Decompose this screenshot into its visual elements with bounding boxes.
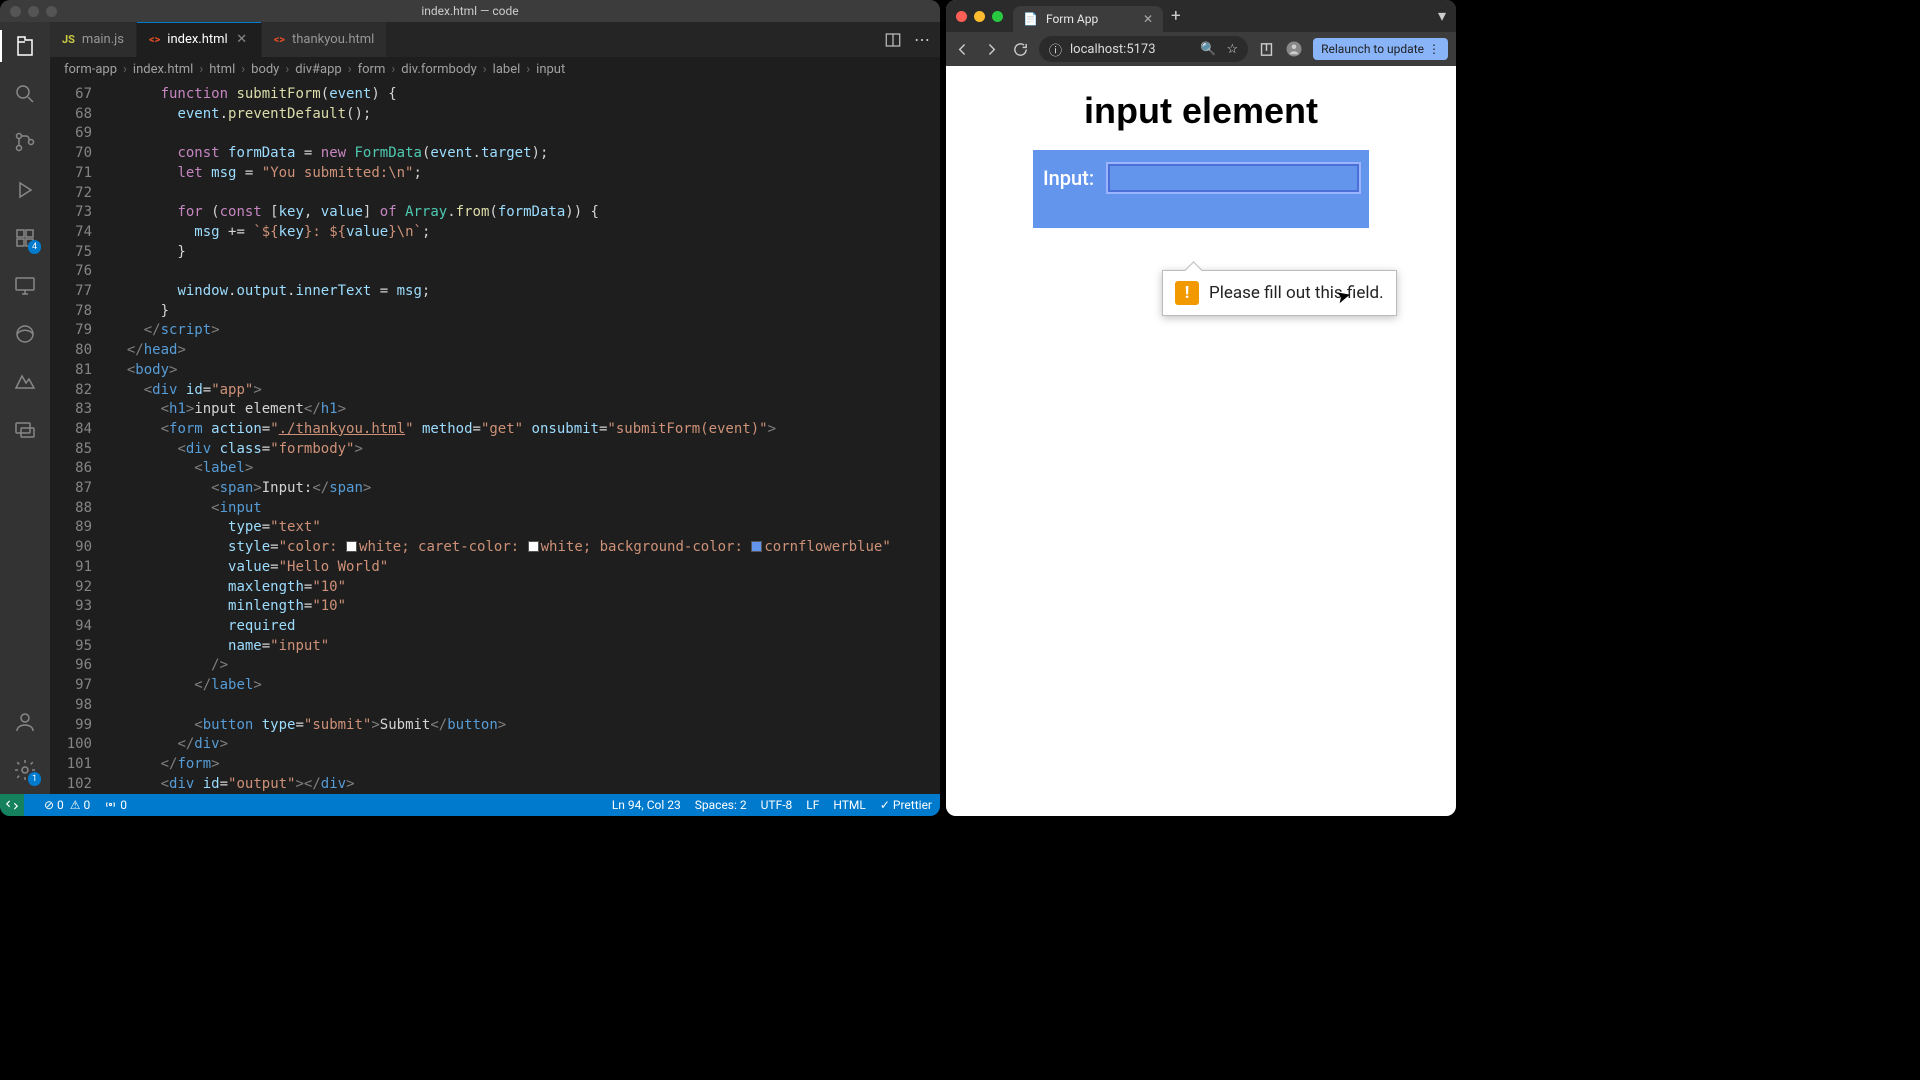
settings-badge: 1 (28, 772, 41, 786)
tab-label: index.html (167, 32, 227, 47)
explorer-icon[interactable] (11, 32, 39, 60)
tab-favicon: 📄 (1023, 12, 1038, 26)
edge-tools-icon[interactable] (11, 320, 39, 348)
window-controls[interactable] (10, 6, 57, 17)
breadcrumb-item[interactable]: label (493, 62, 521, 77)
status-ports[interactable]: 0 (104, 798, 127, 812)
breadcrumb-item[interactable]: html (209, 62, 235, 77)
url-bar[interactable]: ⓘ localhost:5173 🔍 ☆ (1039, 36, 1248, 62)
code-content[interactable]: function submitForm(event) { event.preve… (110, 81, 940, 794)
page-content: input element Input: ! Please fill out t… (946, 66, 1456, 816)
remote-explorer-icon[interactable] (11, 272, 39, 300)
status-encoding[interactable]: UTF-8 (761, 798, 793, 812)
breadcrumb-item[interactable]: body (251, 62, 279, 77)
browser-tab[interactable]: 📄 Form App ✕ (1013, 6, 1163, 32)
close-icon[interactable]: ✕ (235, 33, 249, 47)
input-label: Input: (1043, 166, 1094, 190)
tab-search-icon[interactable]: ▾ (1438, 6, 1446, 25)
status-eol[interactable]: LF (806, 798, 819, 812)
status-formatter[interactable]: ✓ Prettier (880, 798, 932, 812)
breadcrumbs[interactable]: form-app›index.html›html›body›div#app›fo… (50, 57, 940, 81)
status-bar: ⊘ 0 ⚠ 0 0 Ln 94, Col 23 Spaces: 2 UTF-8 … (0, 794, 940, 816)
live-preview-icon[interactable] (11, 368, 39, 396)
editor-tab[interactable]: <> thankyou.html (262, 22, 388, 57)
text-input[interactable] (1108, 164, 1359, 192)
breadcrumb-item[interactable]: div.formbody (401, 62, 476, 77)
breadcrumb-item[interactable]: form (358, 62, 386, 77)
forward-button[interactable] (983, 41, 1000, 58)
file-icon: JS (62, 33, 75, 46)
status-spaces[interactable]: Spaces: 2 (695, 798, 747, 812)
breadcrumb-item[interactable]: index.html (133, 62, 193, 77)
site-info-icon[interactable]: ⓘ (1049, 40, 1062, 59)
vscode-window: index.html — code 4 1 JS main.js (0, 0, 940, 816)
page-heading: input element (946, 90, 1456, 132)
warning-icon: ! (1175, 281, 1199, 305)
url-text: localhost:5173 (1070, 42, 1156, 57)
bookmark-icon[interactable]: ☆ (1226, 42, 1238, 57)
status-cursor[interactable]: Ln 94, Col 23 (612, 798, 681, 812)
back-button[interactable] (954, 41, 971, 58)
profile-icon[interactable] (1285, 40, 1303, 58)
breadcrumb-item[interactable]: input (536, 62, 565, 77)
window-title: index.html — code (421, 4, 518, 18)
new-tab-button[interactable]: + (1171, 6, 1181, 26)
browser-tab-strip: 📄 Form App ✕ + ▾ (946, 0, 1456, 32)
breadcrumb-item[interactable]: form-app (64, 62, 117, 77)
source-control-icon[interactable] (11, 128, 39, 156)
zoom-icon[interactable]: 🔍 (1200, 42, 1216, 57)
browser-window-controls[interactable] (956, 11, 1003, 22)
reading-list-icon[interactable] (1258, 41, 1275, 58)
comments-icon[interactable] (11, 416, 39, 444)
tab-label: main.js (82, 32, 124, 47)
remote-indicator[interactable] (0, 794, 24, 816)
file-icon: <> (149, 33, 160, 46)
activity-bar: 4 1 (0, 22, 50, 794)
editor-tabs: JS main.js <> index.html ✕ <> thankyou.html ⋯ (50, 22, 940, 57)
editor-tab[interactable]: <> index.html ✕ (137, 22, 262, 57)
tab-close-icon[interactable]: ✕ (1143, 12, 1153, 26)
code-editor[interactable]: 67 68 69 70 71 72 73 74 75 76 77 78 79 8… (50, 81, 940, 794)
status-language[interactable]: HTML (833, 798, 866, 812)
account-icon[interactable] (11, 708, 39, 736)
split-editor-icon[interactable] (884, 31, 902, 49)
extensions-badge: 4 (28, 240, 41, 254)
tab-title: Form App (1046, 12, 1098, 26)
settings-gear-icon[interactable]: 1 (11, 756, 39, 784)
run-debug-icon[interactable] (11, 176, 39, 204)
status-errors[interactable]: ⊘ 0 ⚠ 0 (44, 798, 90, 812)
validation-message: Please fill out this field. (1209, 283, 1384, 303)
minimap[interactable] (920, 81, 940, 794)
breadcrumb-item[interactable]: div#app (295, 62, 341, 77)
file-icon: <> (274, 33, 285, 46)
validation-tooltip: ! Please fill out this field. (1162, 270, 1397, 316)
form-body: Input: (1033, 150, 1369, 228)
more-actions-icon[interactable]: ⋯ (914, 30, 930, 49)
extensions-icon[interactable]: 4 (11, 224, 39, 252)
browser-toolbar: ⓘ localhost:5173 🔍 ☆ Relaunch to update … (946, 32, 1456, 66)
editor-tab[interactable]: JS main.js (50, 22, 137, 57)
vscode-titlebar[interactable]: index.html — code (0, 0, 940, 22)
line-gutter: 67 68 69 70 71 72 73 74 75 76 77 78 79 8… (50, 81, 110, 794)
browser-window: 📄 Form App ✕ + ▾ ⓘ localhost:5173 🔍 ☆ (946, 0, 1456, 816)
search-icon[interactable] (11, 80, 39, 108)
reload-button[interactable] (1012, 41, 1029, 58)
tab-label: thankyou.html (292, 32, 374, 47)
relaunch-button[interactable]: Relaunch to update ⋮ (1313, 38, 1448, 60)
